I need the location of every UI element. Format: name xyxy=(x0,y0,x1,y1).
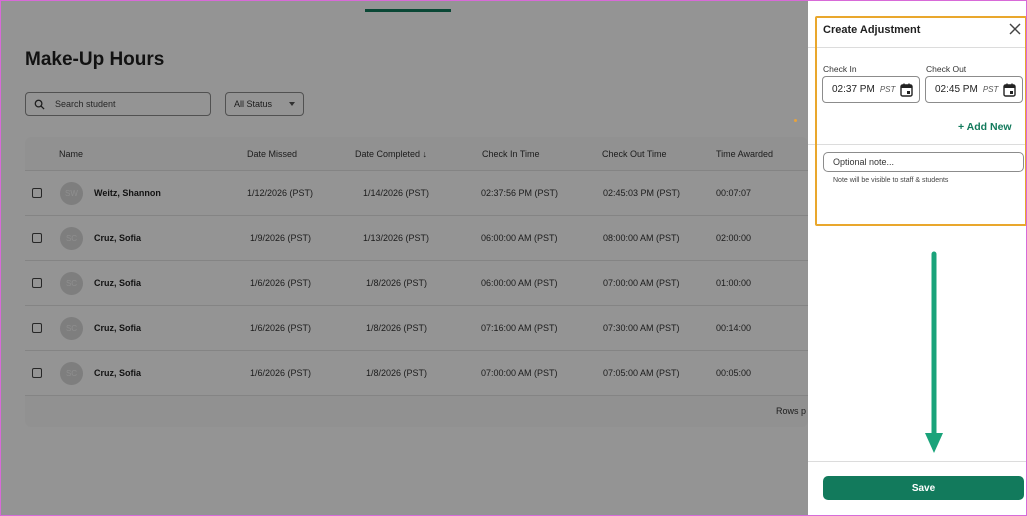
optional-note-input[interactable]: Optional note... xyxy=(823,152,1024,172)
check-in-label: Check In xyxy=(823,64,857,74)
header-divider xyxy=(808,47,1026,48)
calendar-icon[interactable] xyxy=(900,83,913,97)
modal-backdrop[interactable] xyxy=(1,1,808,515)
app-frame: Make-Up Hours Search student All Status … xyxy=(0,0,1027,516)
calendar-icon[interactable] xyxy=(1003,83,1016,97)
check-in-time-input[interactable]: 02:37 PM PST xyxy=(822,76,920,103)
check-in-time-value: 02:37 PM xyxy=(832,84,875,95)
add-new-button[interactable]: + Add New xyxy=(958,121,1012,133)
highlight-marker xyxy=(794,119,797,122)
create-adjustment-drawer: Create Adjustment Check In 02:37 PM PST … xyxy=(808,1,1026,515)
check-out-time-value: 02:45 PM xyxy=(935,84,978,95)
annotation-arrow-icon xyxy=(925,251,943,453)
note-placeholder: Optional note... xyxy=(833,157,895,167)
save-button[interactable]: Save xyxy=(823,476,1024,500)
close-icon[interactable] xyxy=(1008,22,1022,36)
footer-divider xyxy=(808,461,1026,462)
note-helper-text: Note will be visible to staff & students xyxy=(833,177,949,184)
drawer-title: Create Adjustment xyxy=(823,24,921,36)
check-out-time-input[interactable]: 02:45 PM PST xyxy=(925,76,1023,103)
check-out-timezone: PST xyxy=(982,85,999,94)
section-divider xyxy=(808,144,1026,145)
check-in-timezone: PST xyxy=(879,85,896,94)
check-out-label: Check Out xyxy=(926,64,967,74)
